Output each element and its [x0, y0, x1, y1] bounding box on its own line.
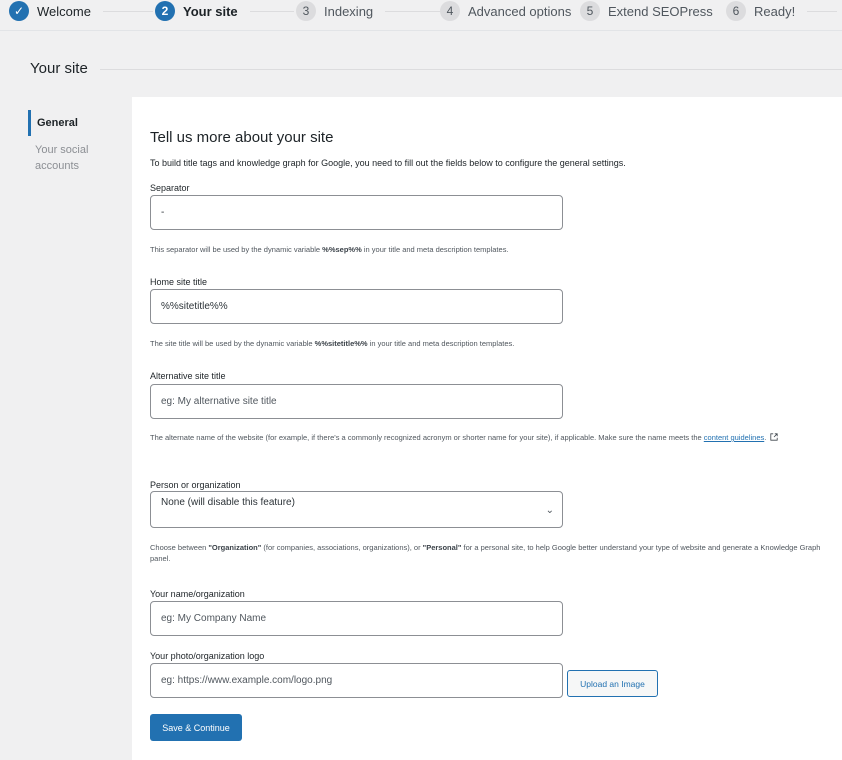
person-org-label: Person or organization	[150, 480, 241, 490]
save-continue-button[interactable]: Save & Continue	[150, 714, 242, 741]
side-nav: General Your social accounts	[28, 110, 128, 180]
upload-image-button[interactable]: Upload an Image	[567, 670, 658, 697]
checkmark-icon: ✓	[9, 1, 29, 21]
sidenav-item-social-accounts[interactable]: Your social accounts	[28, 142, 98, 174]
step-your-site[interactable]: 2 Your site	[155, 0, 294, 22]
step-label: Ready!	[754, 3, 796, 19]
external-link-icon	[770, 433, 779, 441]
step-connector	[249, 10, 294, 12]
step-label: Advanced options	[468, 3, 572, 19]
steps-divider	[0, 30, 842, 31]
step-label: Indexing	[324, 3, 374, 19]
section-title: Your site	[30, 60, 88, 77]
alt-title-help: The alternate name of the website (for e…	[150, 432, 830, 443]
step-number: 6	[726, 1, 746, 21]
alt-title-input[interactable]	[150, 384, 563, 419]
logo-url-input[interactable]	[150, 663, 563, 698]
name-org-input[interactable]	[150, 601, 563, 636]
step-connector	[102, 10, 153, 12]
panel-description: To build title tags and knowledge graph …	[150, 158, 626, 168]
step-label: Extend SEOPress	[608, 3, 713, 19]
separator-label: Separator	[150, 183, 190, 193]
panel-heading: Tell us more about your site	[150, 129, 334, 146]
step-extend-seopress[interactable]: 5 Extend SEOPress	[580, 0, 713, 22]
home-title-input[interactable]	[150, 289, 563, 324]
step-ready[interactable]: 6 Ready!	[726, 0, 838, 22]
step-welcome[interactable]: ✓ Welcome	[9, 0, 153, 22]
settings-panel: Tell us more about your site To build ti…	[132, 97, 842, 760]
separator-input[interactable]	[150, 195, 563, 230]
section-divider	[100, 69, 842, 70]
step-number: 5	[580, 1, 600, 21]
step-number: 2	[155, 1, 175, 21]
home-title-help: The site title will be used by the dynam…	[150, 339, 515, 348]
step-connector	[385, 10, 446, 12]
content-guidelines-link[interactable]: content guidelines	[704, 433, 764, 442]
person-org-selected: None (will disable this feature)	[161, 497, 295, 508]
step-label: Welcome	[37, 3, 91, 19]
step-number: 4	[440, 1, 460, 21]
person-org-select[interactable]: None (will disable this feature) ⌄	[150, 491, 563, 528]
home-title-label: Home site title	[150, 277, 208, 287]
step-connector	[807, 10, 838, 12]
person-org-help: Choose between "Organization" (for compa…	[150, 543, 821, 563]
step-label: Your site	[183, 3, 238, 19]
name-org-label: Your name/organization	[150, 589, 245, 599]
sidenav-item-general[interactable]: General	[28, 110, 128, 136]
chevron-down-icon: ⌄	[545, 505, 554, 516]
step-advanced-options[interactable]: 4 Advanced options	[440, 0, 571, 22]
alt-title-label: Alternative site title	[150, 371, 226, 381]
setup-wizard-steps: ✓ Welcome 2 Your site 3 Indexing 4 Advan…	[0, 0, 842, 26]
separator-help: This separator will be used by the dynam…	[150, 245, 509, 254]
logo-label: Your photo/organization logo	[150, 651, 265, 661]
step-number: 3	[296, 1, 316, 21]
step-indexing[interactable]: 3 Indexing	[296, 0, 446, 22]
